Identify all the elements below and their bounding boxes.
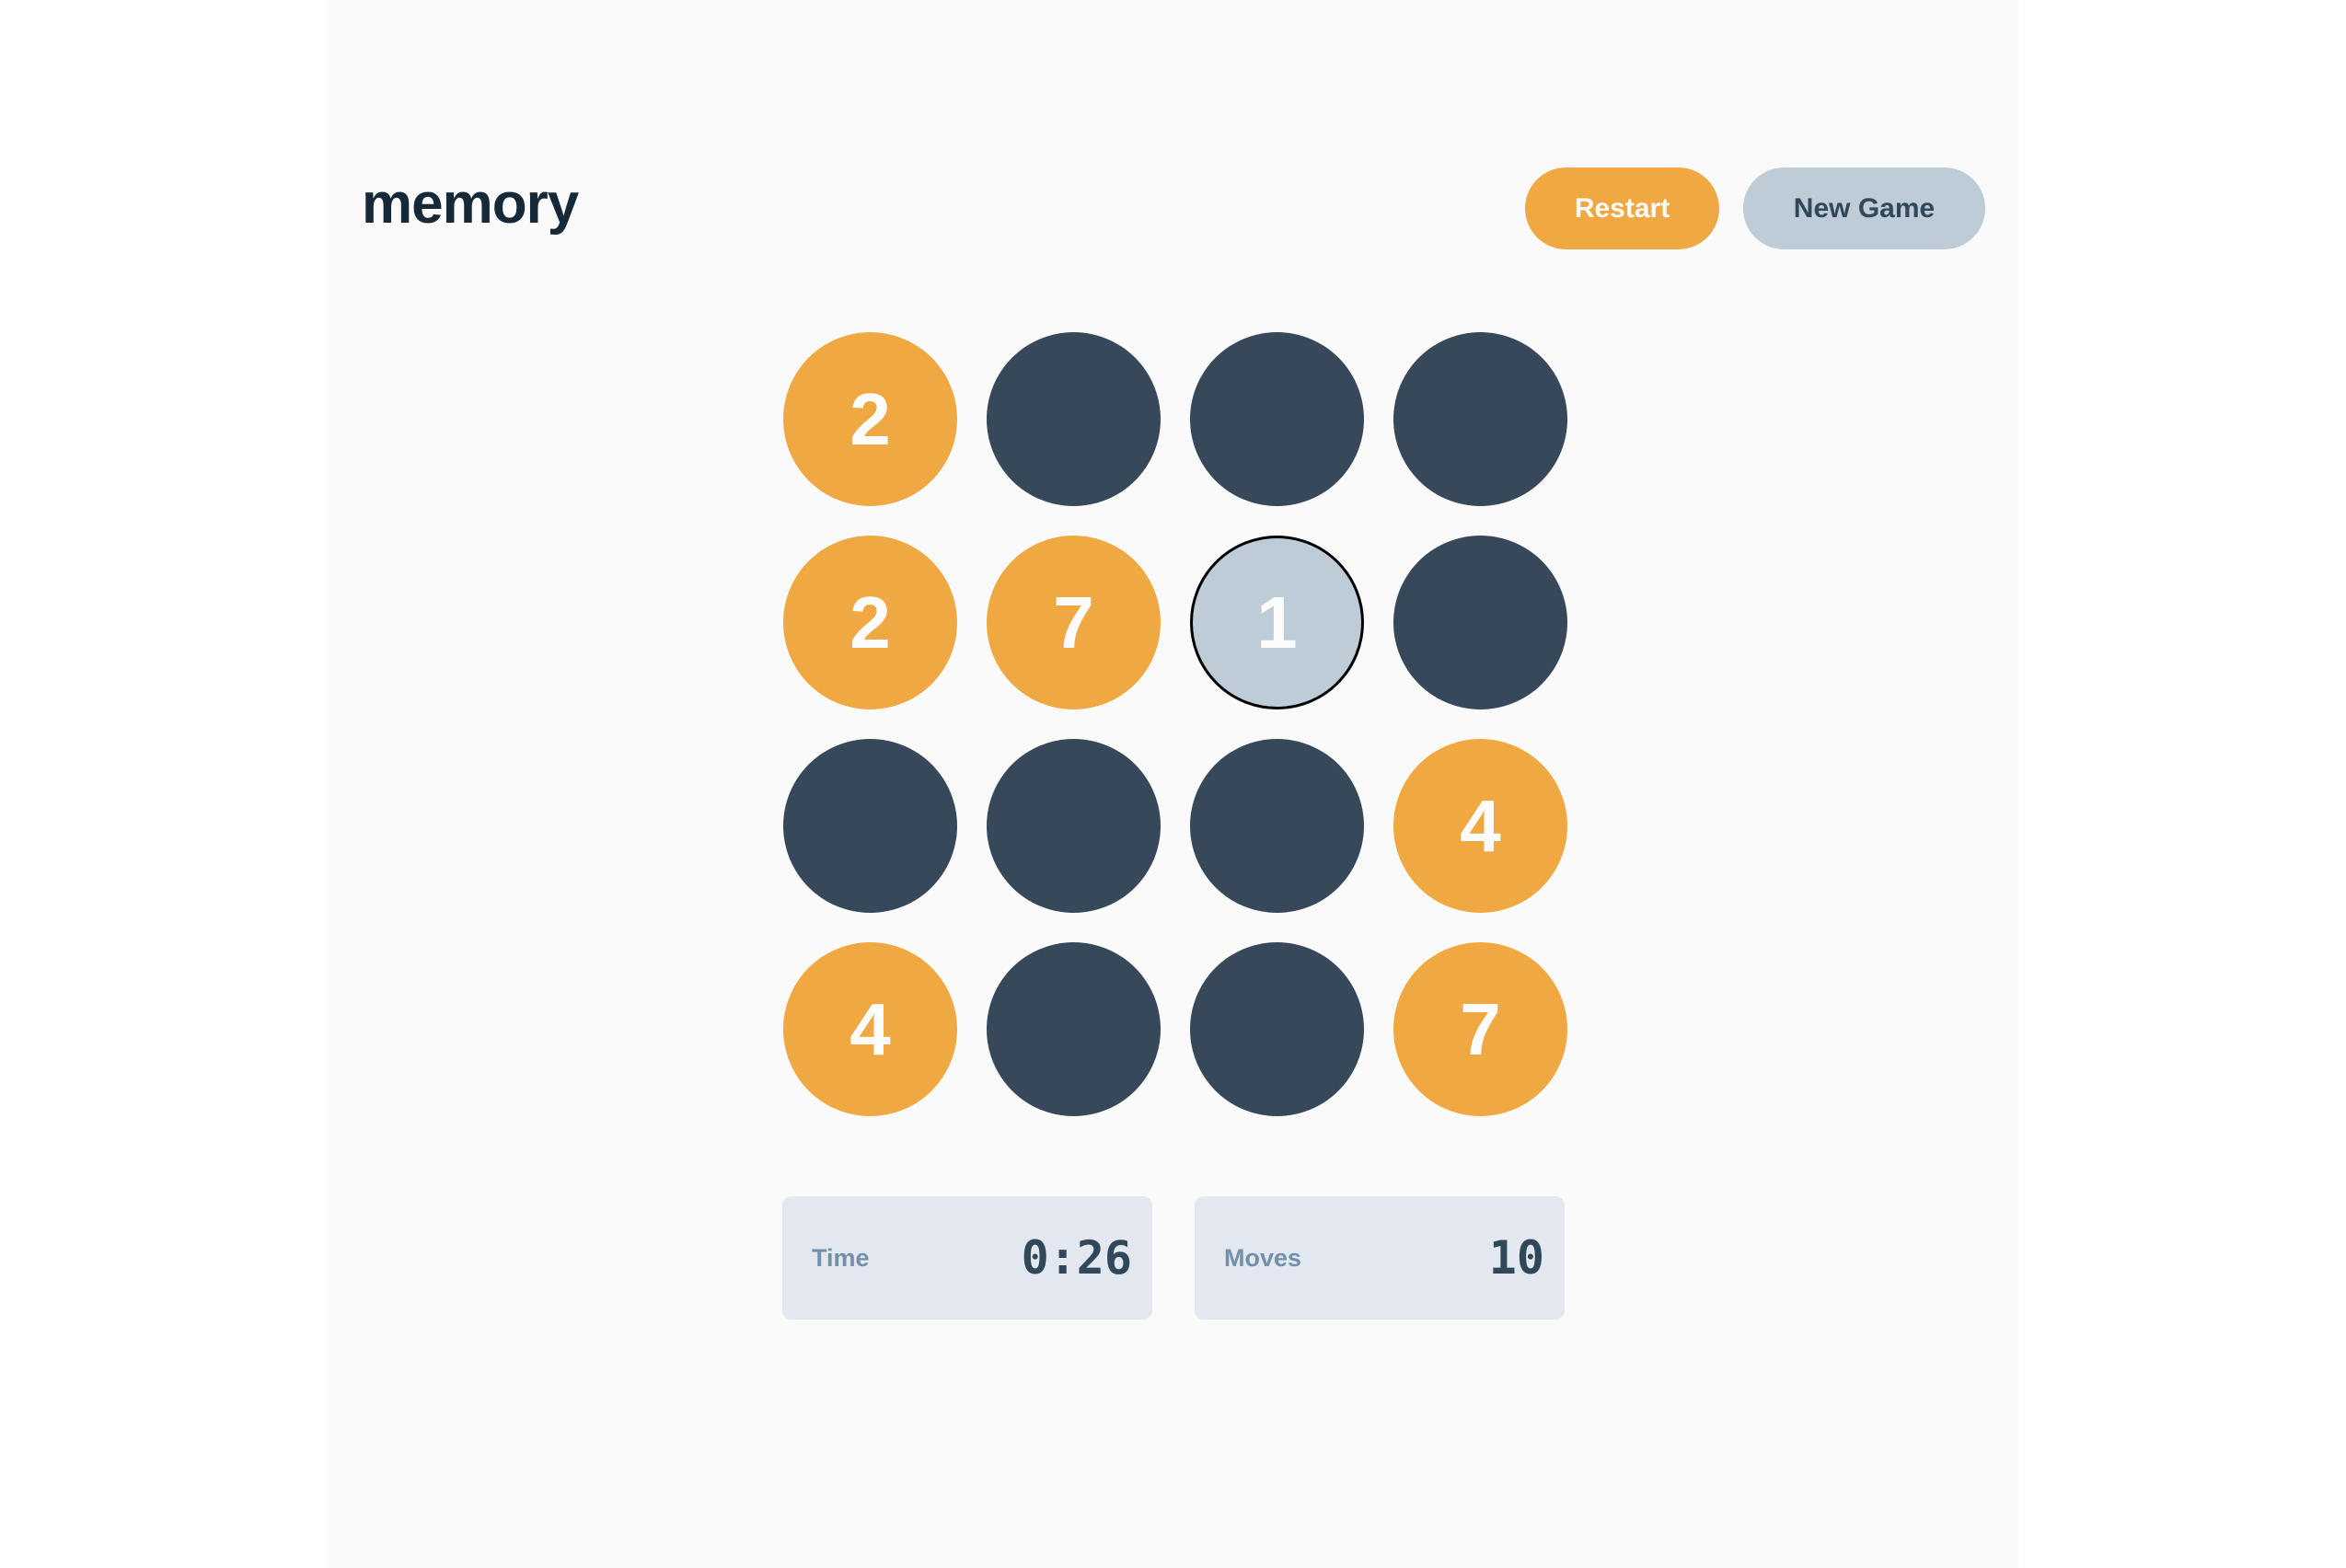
- new-game-button[interactable]: New Game: [1743, 167, 1985, 249]
- tile-hidden[interactable]: [987, 739, 1161, 913]
- moves-value: 10: [1488, 1231, 1544, 1285]
- tile-hidden[interactable]: [783, 739, 957, 913]
- tile-hidden[interactable]: [1393, 536, 1567, 709]
- tile-matched[interactable]: 2: [783, 536, 957, 709]
- tile-active[interactable]: 1: [1190, 536, 1364, 709]
- moves-stat: Moves 10: [1195, 1196, 1565, 1320]
- time-label: Time: [812, 1243, 870, 1272]
- tile-hidden[interactable]: [1190, 332, 1364, 506]
- tile-hidden[interactable]: [1190, 942, 1364, 1116]
- tile-matched[interactable]: 7: [987, 536, 1161, 709]
- tile-matched[interactable]: 2: [783, 332, 957, 506]
- moves-label: Moves: [1224, 1243, 1302, 1272]
- tile-matched[interactable]: 4: [783, 942, 957, 1116]
- restart-button[interactable]: Restart: [1525, 167, 1719, 249]
- time-value: 0:26: [1021, 1231, 1132, 1285]
- game-board: 2271447: [783, 332, 1567, 1116]
- tile-matched[interactable]: 7: [1393, 942, 1567, 1116]
- tile-hidden[interactable]: [1393, 332, 1567, 506]
- tile-hidden[interactable]: [987, 332, 1161, 506]
- tile-hidden[interactable]: [987, 942, 1161, 1116]
- time-stat: Time 0:26: [782, 1196, 1152, 1320]
- tile-hidden[interactable]: [1190, 739, 1364, 913]
- tile-matched[interactable]: 4: [1393, 739, 1567, 913]
- app-title: memory: [362, 172, 579, 236]
